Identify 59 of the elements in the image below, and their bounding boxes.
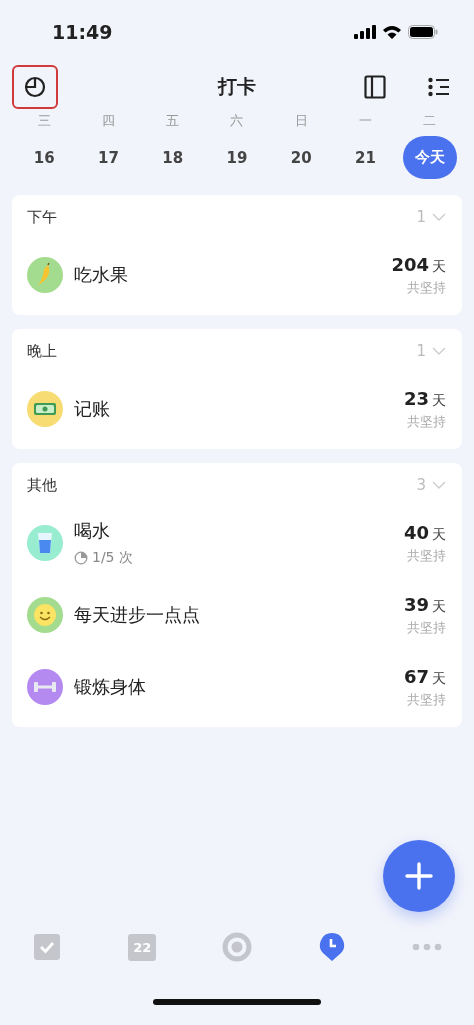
habit-name: 记账 <box>74 397 111 421</box>
chevron-down-icon[interactable] <box>432 481 446 489</box>
weekday-label: 二 <box>423 112 437 130</box>
habit-name: 锻炼身体 <box>74 675 147 699</box>
weekday-label: 六 <box>230 112 244 130</box>
group-count: 1 <box>416 342 426 360</box>
status-time: 11:49 <box>52 21 113 43</box>
chevron-down-icon[interactable] <box>432 213 446 221</box>
days-unit: 天 <box>432 597 446 616</box>
habit-name: 喝水 <box>74 519 111 543</box>
streak-caption: 共坚持 <box>407 546 446 565</box>
streak-days: 39 <box>403 593 429 615</box>
date-button[interactable]: 19 <box>214 136 260 179</box>
add-button[interactable] <box>383 840 455 912</box>
date-button[interactable]: 18 <box>150 136 196 179</box>
streak-days: 67 <box>403 665 429 687</box>
calendar-icon: 22 <box>128 933 157 961</box>
group-count: 3 <box>416 476 426 494</box>
weekday-label: 三 <box>37 112 51 130</box>
days-unit: 天 <box>432 391 446 410</box>
date-button[interactable]: 20 <box>278 136 324 179</box>
date-button[interactable]: 16 <box>21 136 67 179</box>
weekday-label: 五 <box>166 112 180 130</box>
group-title: 晚上 <box>27 341 57 361</box>
streak-caption: 共坚持 <box>407 618 446 637</box>
habit-name: 每天进步一点点 <box>74 603 201 627</box>
pie-progress-icon <box>74 551 88 565</box>
clock-pin-icon <box>318 932 345 962</box>
battery-icon <box>408 25 438 39</box>
group-title: 下午 <box>27 207 57 227</box>
page-title: 打卡 <box>218 74 256 99</box>
pie-chart-icon <box>23 75 47 99</box>
streak-caption: 共坚持 <box>407 278 446 297</box>
streak-days: 40 <box>403 521 429 543</box>
signal-icon <box>354 25 376 39</box>
history-button[interactable] <box>12 65 58 109</box>
habit-name: 吃水果 <box>74 263 129 287</box>
more-icon <box>411 943 442 951</box>
target-icon <box>222 932 252 962</box>
days-unit: 天 <box>432 669 446 688</box>
wifi-icon <box>382 25 402 39</box>
streak-days: 204 <box>391 253 429 275</box>
date-button[interactable]: 17 <box>86 136 131 179</box>
streak-caption: 共坚持 <box>407 690 446 709</box>
list-icon[interactable] <box>428 77 450 97</box>
date-button[interactable]: 21 <box>343 136 388 179</box>
days-unit: 天 <box>432 257 446 276</box>
plus-icon <box>405 862 433 890</box>
weekday-label: 日 <box>294 112 308 130</box>
group-count: 1 <box>416 208 426 226</box>
streak-days: 23 <box>403 387 429 409</box>
streak-caption: 共坚持 <box>407 412 446 431</box>
checkbox-icon <box>33 933 62 961</box>
days-unit: 天 <box>432 525 446 544</box>
date-button[interactable]: 今天 <box>402 136 457 179</box>
chevron-down-icon[interactable] <box>432 347 446 355</box>
weekday-label: 四 <box>101 112 115 130</box>
group-title: 其他 <box>27 475 57 495</box>
panel-icon[interactable] <box>364 75 386 99</box>
